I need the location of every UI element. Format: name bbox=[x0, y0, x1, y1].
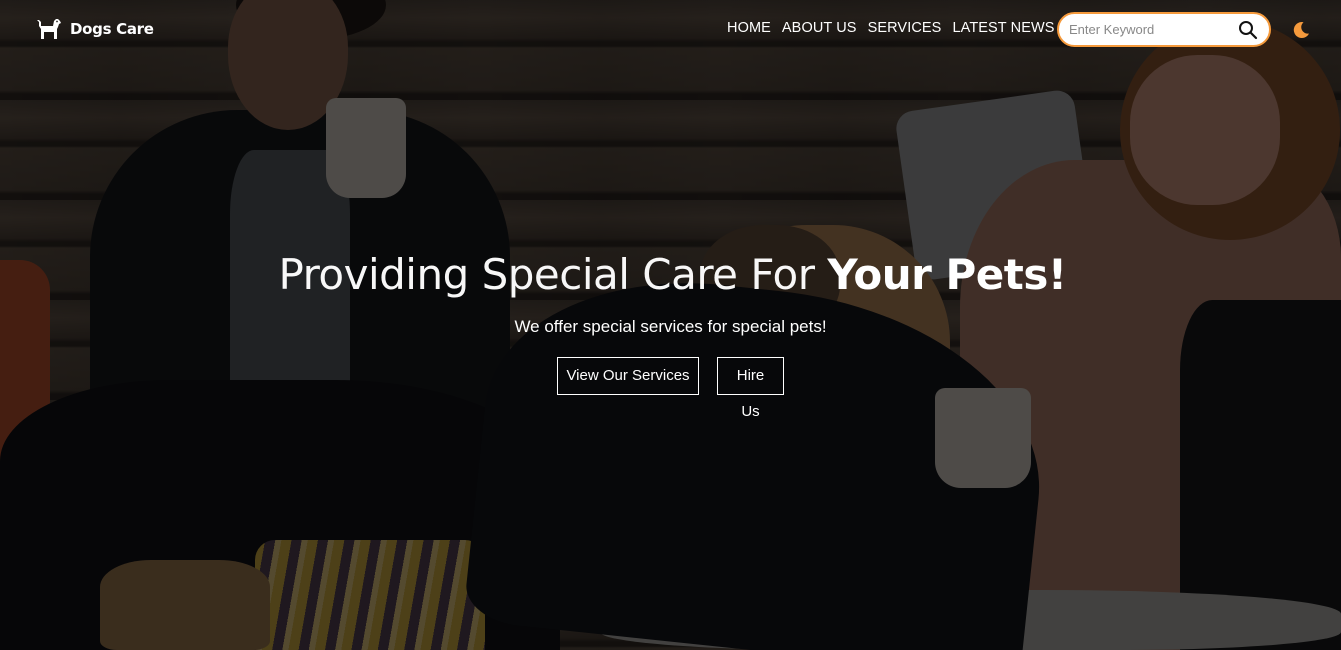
search-box bbox=[1057, 12, 1271, 47]
nav-link-services[interactable]: SERVICES bbox=[868, 20, 942, 36]
hero-section: Dogs Care HOME ABOUT US SERVICES LATEST … bbox=[0, 0, 1341, 650]
hero-subtitle: We offer special services for special pe… bbox=[514, 317, 827, 336]
hero-title: Providing Special Care For Your Pets! bbox=[2, 248, 1341, 302]
moon-icon bbox=[1293, 22, 1309, 39]
site-header: Dogs Care HOME ABOUT US SERVICES LATEST … bbox=[0, 0, 1341, 60]
search-input[interactable] bbox=[1067, 21, 1231, 38]
hero-title-bold: Your Pets! bbox=[827, 250, 1067, 299]
theme-toggle-button[interactable] bbox=[1291, 20, 1311, 40]
brand-logo-link[interactable]: Dogs Care bbox=[36, 17, 154, 41]
hero-title-light: Providing Special Care For bbox=[278, 250, 828, 299]
nav-link-latest-news[interactable]: LATEST NEWS bbox=[952, 20, 1054, 36]
hero-buttons: View Our Services Hire Us bbox=[0, 357, 1341, 420]
nav-link-home[interactable]: HOME bbox=[727, 20, 771, 36]
nav-link-about-us[interactable]: ABOUT US bbox=[782, 20, 857, 36]
search-button[interactable] bbox=[1237, 19, 1259, 41]
hero-content: Providing Special Care For Your Pets! We… bbox=[0, 248, 1341, 420]
dog-icon bbox=[37, 19, 61, 39]
search-icon bbox=[1239, 21, 1258, 40]
hire-us-button[interactable]: Hire Us bbox=[717, 357, 784, 420]
main-nav: HOME ABOUT US SERVICES LATEST NEWS bbox=[727, 20, 1055, 36]
brand-name: Dogs Care bbox=[70, 20, 154, 38]
view-services-button[interactable]: View Our Services bbox=[557, 357, 699, 395]
